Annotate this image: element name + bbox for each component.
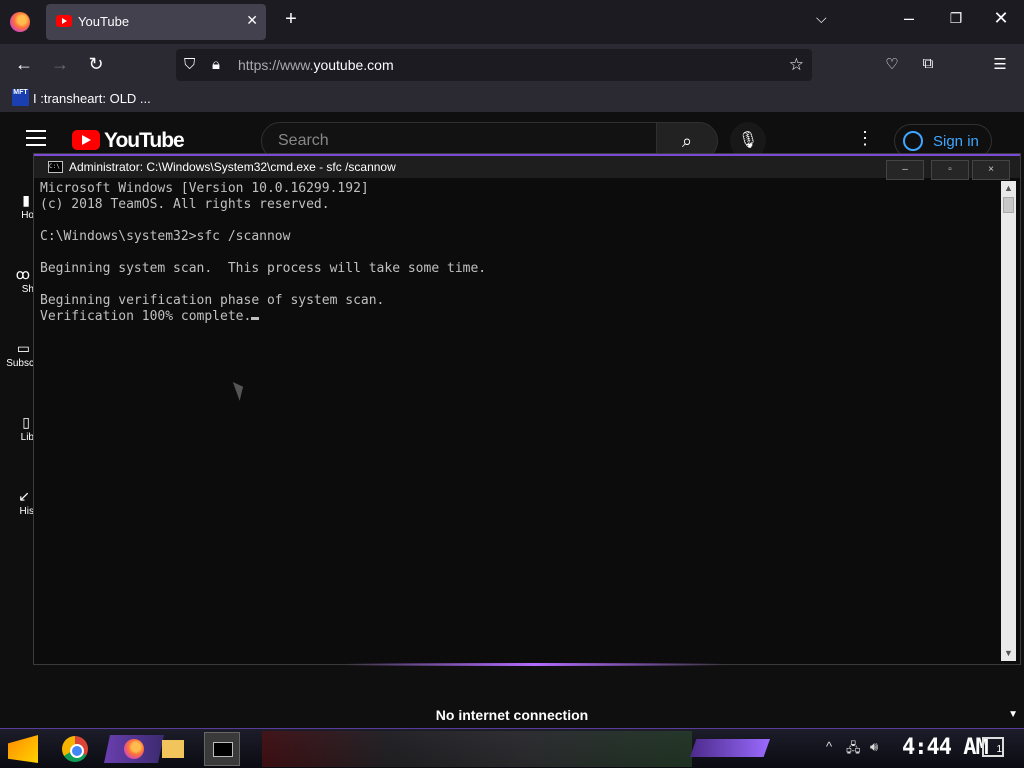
- cmd-output[interactable]: Microsoft Windows [Version 10.0.16299.19…: [40, 181, 1000, 659]
- browser-tab-strip: YouTube ✕ + ⌵ – ❐ ✕: [0, 0, 1024, 44]
- cmd-line-last: Verification 100% complete.: [40, 309, 1000, 325]
- cmd-minimize-button[interactable]: –: [886, 160, 924, 180]
- cmd-window[interactable]: C:\ Administrator: C:\Windows\System32\c…: [33, 153, 1021, 666]
- cmd-line: (c) 2018 TeamOS. All rights reserved.: [40, 197, 330, 212]
- bookmark-favicon: MFT: [12, 89, 29, 106]
- cmd-taskbar-icon[interactable]: [204, 732, 240, 766]
- extensions-icon[interactable]: ⧉: [918, 55, 938, 72]
- sidebar-item-label: His: [19, 506, 34, 517]
- cmd-title: Administrator: C:\Windows\System32\cmd.e…: [69, 160, 396, 174]
- url-bar[interactable]: ⛉ 🔒︎ https://www.youtube.com ☆: [176, 49, 812, 81]
- youtube-favicon-icon: [56, 15, 72, 27]
- youtube-logo-icon[interactable]: [72, 130, 100, 150]
- library-icon: ▯: [22, 414, 30, 430]
- sign-in-label: Sign in: [933, 133, 979, 150]
- forward-arrow-icon[interactable]: →: [48, 54, 72, 75]
- taskbar-clock[interactable]: 4:44 AM: [902, 735, 989, 760]
- file-explorer-icon[interactable]: [162, 740, 184, 758]
- network-icon[interactable]: 🖧︎: [846, 739, 861, 761]
- bookmark-label: I :transheart: OLD ...: [33, 91, 151, 106]
- taskbar-decoration: [690, 739, 770, 757]
- notification-count: 1: [996, 744, 1002, 755]
- sidebar-item-home[interactable]: ▮ Ho: [0, 192, 34, 221]
- firefox-taskbar-icon[interactable]: [104, 735, 164, 763]
- offline-banner: No internet connection ▼: [0, 702, 1024, 728]
- taskbar: ^ 🖧︎ 🔊︎ 4:44 AM 1: [0, 728, 1024, 768]
- home-icon: ▮: [22, 192, 30, 208]
- shield-icon[interactable]: ⛉: [184, 56, 195, 73]
- notification-center-icon[interactable]: 1: [982, 737, 1004, 757]
- history-icon: ↙: [18, 488, 30, 504]
- sidebar-item-label: Subsc: [6, 358, 34, 369]
- tab-youtube[interactable]: YouTube ✕: [46, 4, 266, 40]
- tab-close-icon[interactable]: ✕: [246, 12, 258, 29]
- navigation-toolbar: ← → ↻ ⛉ 🔒︎ https://www.youtube.com ☆ ♡ ⧉…: [0, 44, 1024, 86]
- cmd-line: [40, 213, 1000, 229]
- new-tab-button[interactable]: +: [280, 8, 302, 31]
- sidebar-item-library[interactable]: ▯ Lib: [0, 414, 34, 443]
- lock-icon[interactable]: 🔒︎: [212, 56, 220, 73]
- account-icon: [903, 131, 923, 151]
- sidebar-item-history[interactable]: ↙ His: [0, 488, 34, 517]
- url-prefix: https://www.: [238, 57, 314, 73]
- shorts-icon: ꝏ: [15, 266, 30, 282]
- cmd-line: [40, 277, 1000, 293]
- guide-menu-icon[interactable]: [26, 130, 46, 151]
- sidebar-item-label: Lib: [20, 432, 34, 443]
- bookmark-star-icon[interactable]: ☆: [789, 55, 804, 75]
- cmd-line: [40, 245, 1000, 261]
- sidebar-item-subscriptions[interactable]: ▭ Subsc: [0, 340, 34, 369]
- list-all-tabs-icon[interactable]: ⌵: [816, 10, 827, 27]
- bookmarks-toolbar: MFT I :transheart: OLD ...: [0, 86, 1024, 112]
- hamburger-menu-icon[interactable]: ☰: [990, 55, 1010, 73]
- start-button[interactable]: [8, 735, 38, 763]
- window-restore-button[interactable]: ❐: [945, 10, 967, 27]
- pocket-icon[interactable]: ♡: [882, 55, 902, 73]
- chrome-icon[interactable]: [62, 736, 88, 762]
- cmd-close-button[interactable]: ×: [972, 160, 1010, 180]
- cmd-app-icon[interactable]: C:\: [48, 161, 63, 173]
- sidebar-item-shorts[interactable]: ꝏ Sh: [0, 266, 34, 295]
- taskbar-background-image: [262, 731, 692, 767]
- cmd-line: Beginning system scan. This process will…: [40, 261, 487, 276]
- text-cursor: [251, 317, 260, 320]
- cmd-scrollbar[interactable]: ▲ ▼: [1001, 181, 1016, 661]
- cmd-line: Beginning verification phase of system s…: [40, 293, 385, 308]
- cmd-line: C:\Windows\system32>sfc /scannow: [40, 229, 291, 244]
- scroll-up-arrow-icon[interactable]: ▲: [1001, 181, 1016, 196]
- cmd-title-bar[interactable]: C:\ Administrator: C:\Windows\System32\c…: [34, 154, 1020, 180]
- more-options-icon[interactable]: ⋮: [856, 128, 874, 149]
- chevron-down-icon[interactable]: ▼: [1008, 702, 1018, 728]
- scroll-thumb[interactable]: [1003, 197, 1014, 213]
- cmd-maximize-button[interactable]: ▫: [931, 160, 969, 180]
- screen: YouTube ✕ + ⌵ – ❐ ✕ ← → ↻ ⛉ 🔒︎ https://w…: [0, 0, 1024, 768]
- cmd-line: Microsoft Windows [Version 10.0.16299.19…: [40, 181, 369, 196]
- window-glow-accent: [344, 663, 724, 666]
- tab-title: YouTube: [78, 14, 130, 29]
- volume-icon[interactable]: 🔊︎: [870, 739, 878, 755]
- search-placeholder: Search: [278, 132, 329, 149]
- reload-icon[interactable]: ↻: [84, 54, 108, 75]
- show-hidden-icons-icon[interactable]: ^: [826, 739, 832, 754]
- firefox-icon[interactable]: [10, 12, 30, 32]
- cmd-line-text: Verification 100% complete.: [40, 309, 252, 324]
- url-text[interactable]: https://www.youtube.com: [238, 57, 394, 73]
- window-close-button[interactable]: ✕: [990, 8, 1012, 29]
- youtube-logo-text[interactable]: YouTube: [104, 129, 185, 153]
- back-arrow-icon[interactable]: ←: [12, 54, 36, 75]
- window-minimize-button[interactable]: –: [898, 8, 920, 29]
- offline-text: No internet connection: [435, 707, 589, 723]
- subscriptions-icon: ▭: [16, 340, 30, 356]
- url-domain: youtube.com: [313, 57, 394, 73]
- scroll-down-arrow-icon[interactable]: ▼: [1001, 646, 1016, 661]
